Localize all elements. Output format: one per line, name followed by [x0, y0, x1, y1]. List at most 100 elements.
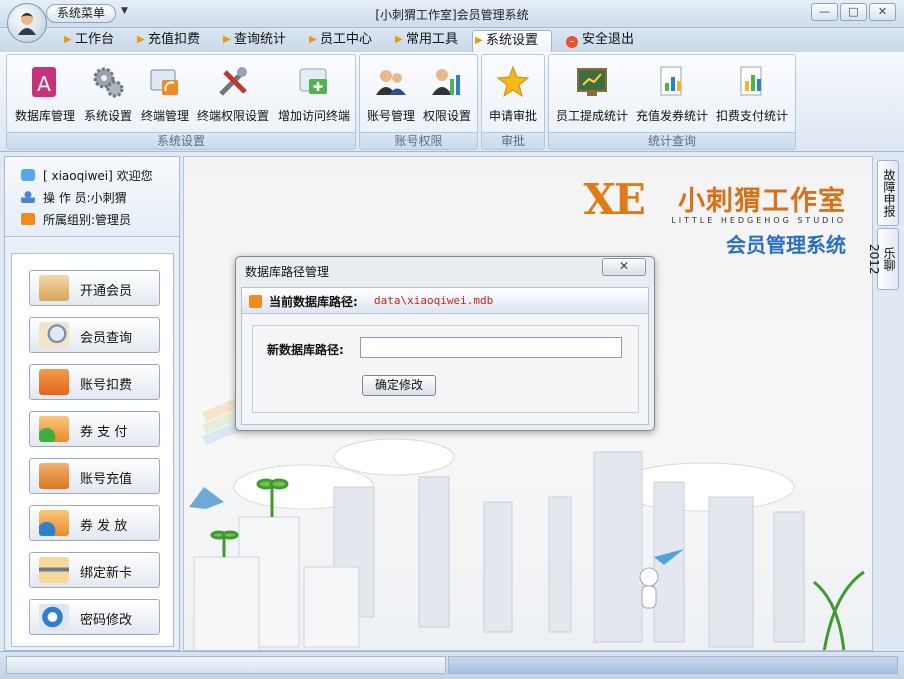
- tab-settings[interactable]: ▶ 系统设置: [472, 30, 552, 52]
- chat-icon: [21, 169, 35, 181]
- svg-text:A: A: [37, 72, 51, 96]
- button-label: 券 支 付: [80, 425, 128, 440]
- arrow-right-icon: ▶: [223, 34, 231, 45]
- password-icon: [39, 604, 69, 630]
- button-label: 数据库管理: [14, 109, 75, 123]
- bind-card-button[interactable]: 绑定新卡: [29, 552, 160, 588]
- change-password-button[interactable]: 密码修改: [29, 599, 160, 635]
- title-bar: 系统菜单 ▼ [小刺猬工作室]会员管理系统 — □ ✕: [0, 0, 904, 28]
- tab-exit[interactable]: – 安全退出: [556, 30, 634, 52]
- approval-button[interactable]: 申请审批: [486, 61, 540, 127]
- add-terminal-button[interactable]: 增加访问终端: [275, 61, 353, 127]
- coupon-pay-button[interactable]: 券 支 付: [29, 411, 160, 447]
- rss-icon: [249, 295, 262, 308]
- minimize-button[interactable]: —: [811, 3, 838, 21]
- dialog-title: 数据库路径管理: [245, 265, 330, 279]
- button-label: 员工提成统计: [555, 109, 628, 123]
- rss-icon: [21, 213, 35, 225]
- confirm-change-button[interactable]: 确定修改: [362, 375, 436, 396]
- exit-icon: –: [566, 36, 578, 48]
- search-icon: [39, 322, 69, 348]
- person-icon: [21, 191, 35, 203]
- user-info: [ xiaoqiwei] 欢迎您 操 作 员:小刺猬 所属组别:管理员: [5, 157, 179, 237]
- close-window-button[interactable]: ✕: [869, 3, 896, 21]
- terminal-manage-button[interactable]: 终端管理: [137, 61, 193, 127]
- tab-label: 员工中心: [320, 32, 373, 47]
- member-query-button[interactable]: 会员查询: [29, 317, 160, 353]
- button-label: 终端权限设置: [196, 109, 269, 123]
- gear-icon: [91, 65, 125, 99]
- welcome-row: [ xiaoqiwei] 欢迎您: [21, 167, 153, 184]
- coupon-check-icon: [39, 416, 69, 442]
- chart-board-icon: [575, 65, 609, 99]
- tab-query[interactable]: ▶ 查询统计: [221, 30, 286, 52]
- tab-label: 工作台: [75, 32, 115, 47]
- ribbon-group-label: 系统设置: [7, 132, 355, 149]
- button-label: 扣费支付统计: [715, 109, 788, 123]
- side-tab-chat[interactable]: 乐聊2012: [867, 228, 899, 290]
- ribbon-group-system: A 数据库管理 系统设置 终端管理 终端权限设置 增加访问终端 系统设置: [6, 54, 356, 150]
- window-title: [小刺猬工作室]会员管理系统: [375, 8, 529, 22]
- ribbon-group-label: 统计查询: [549, 132, 795, 149]
- database-icon: A: [28, 65, 62, 99]
- button-label: 终端管理: [140, 109, 189, 123]
- tab-label: 充值扣费: [148, 32, 201, 47]
- ribbon-group-accounts: 账号管理 权限设置 账号权限: [359, 54, 478, 150]
- arrow-right-icon: ▶: [137, 34, 145, 45]
- button-label: 账号管理: [366, 109, 415, 123]
- button-label: 权限设置: [422, 109, 471, 123]
- report-icon: [735, 65, 769, 99]
- side-tab-fault-report[interactable]: 故障申报: [877, 160, 899, 226]
- ribbon-group-label: 账号权限: [360, 132, 477, 149]
- status-segment-left: [6, 656, 446, 674]
- new-path-form: 新数据库路径: 确定修改: [252, 325, 639, 413]
- terminal-icon: [148, 65, 182, 99]
- app-logo-avatar[interactable]: [7, 3, 47, 43]
- status-bar: [0, 651, 904, 679]
- coupon-send-icon: [39, 510, 69, 536]
- ribbon-group-approval: 申请审批 审批: [481, 54, 545, 150]
- new-path-label: 新数据库路径:: [267, 343, 344, 357]
- tab-label: 安全退出: [582, 32, 635, 47]
- database-manage-button[interactable]: A 数据库管理: [13, 61, 77, 127]
- staff-commission-button[interactable]: 员工提成统计: [553, 61, 631, 127]
- right-side-tabs: 故障申报 乐聊2012: [867, 156, 904, 651]
- button-label: 系统设置: [83, 109, 132, 123]
- new-path-input[interactable]: [360, 337, 622, 358]
- ribbon-group-statistics: 员工提成统计 充值发券统计 扣费支付统计 统计查询: [548, 54, 796, 150]
- button-label: 绑定新卡: [80, 566, 133, 581]
- users-icon: [374, 65, 408, 99]
- button-label: 账号充值: [80, 472, 133, 487]
- tab-tools[interactable]: ▶ 常用工具: [393, 30, 458, 52]
- maximize-button[interactable]: □: [840, 3, 867, 21]
- star-icon: [496, 65, 530, 99]
- menu-bar: ▶ 工作台 ▶ 充值扣费 ▶ 查询统计 ▶ 员工中心 ▶ 常用工具 ▶ 系统设置 – 安全退出: [0, 28, 904, 52]
- tab-recharge[interactable]: ▶ 充值扣费: [135, 30, 200, 52]
- arrow-right-icon: ▶: [395, 34, 403, 45]
- account-deduct-button[interactable]: 账号扣费: [29, 364, 160, 400]
- button-label: 会员查询: [80, 331, 133, 346]
- dialog-close-button[interactable]: ✕: [602, 258, 646, 276]
- tab-staff[interactable]: ▶ 员工中心: [307, 30, 372, 52]
- report-icon: [655, 65, 689, 99]
- account-recharge-button[interactable]: 账号充值: [29, 458, 160, 494]
- system-settings-button[interactable]: 系统设置: [81, 61, 135, 127]
- upload-arrow-icon: [39, 369, 69, 395]
- current-path-header: 当前数据库路径: data\xiaoqiwei.mdb: [242, 288, 648, 314]
- account-manage-button[interactable]: 账号管理: [364, 61, 418, 127]
- coupon-issue-button[interactable]: 券 发 放: [29, 505, 160, 541]
- window-controls: — □ ✕: [811, 3, 896, 21]
- welcome-text: [ xiaoqiwei] 欢迎您: [43, 169, 153, 183]
- recharge-coupon-stats-button[interactable]: 充值发券统计: [633, 61, 711, 127]
- tools-icon: [216, 65, 250, 99]
- permission-icon: [430, 65, 464, 99]
- tab-workbench[interactable]: ▶ 工作台: [62, 30, 114, 52]
- button-label: 申请审批: [488, 109, 537, 123]
- terminal-permission-button[interactable]: 终端权限设置: [195, 61, 271, 127]
- deduct-payment-stats-button[interactable]: 扣费支付统计: [713, 61, 791, 127]
- database-path-dialog: 数据库路径管理 ✕ 当前数据库路径: data\xiaoqiwei.mdb 新数…: [235, 256, 655, 431]
- group-row: 所属组别:管理员: [21, 211, 131, 228]
- permission-settings-button[interactable]: 权限设置: [420, 61, 474, 127]
- open-member-button[interactable]: 开通会员: [29, 270, 160, 306]
- tab-label: 系统设置: [486, 33, 539, 48]
